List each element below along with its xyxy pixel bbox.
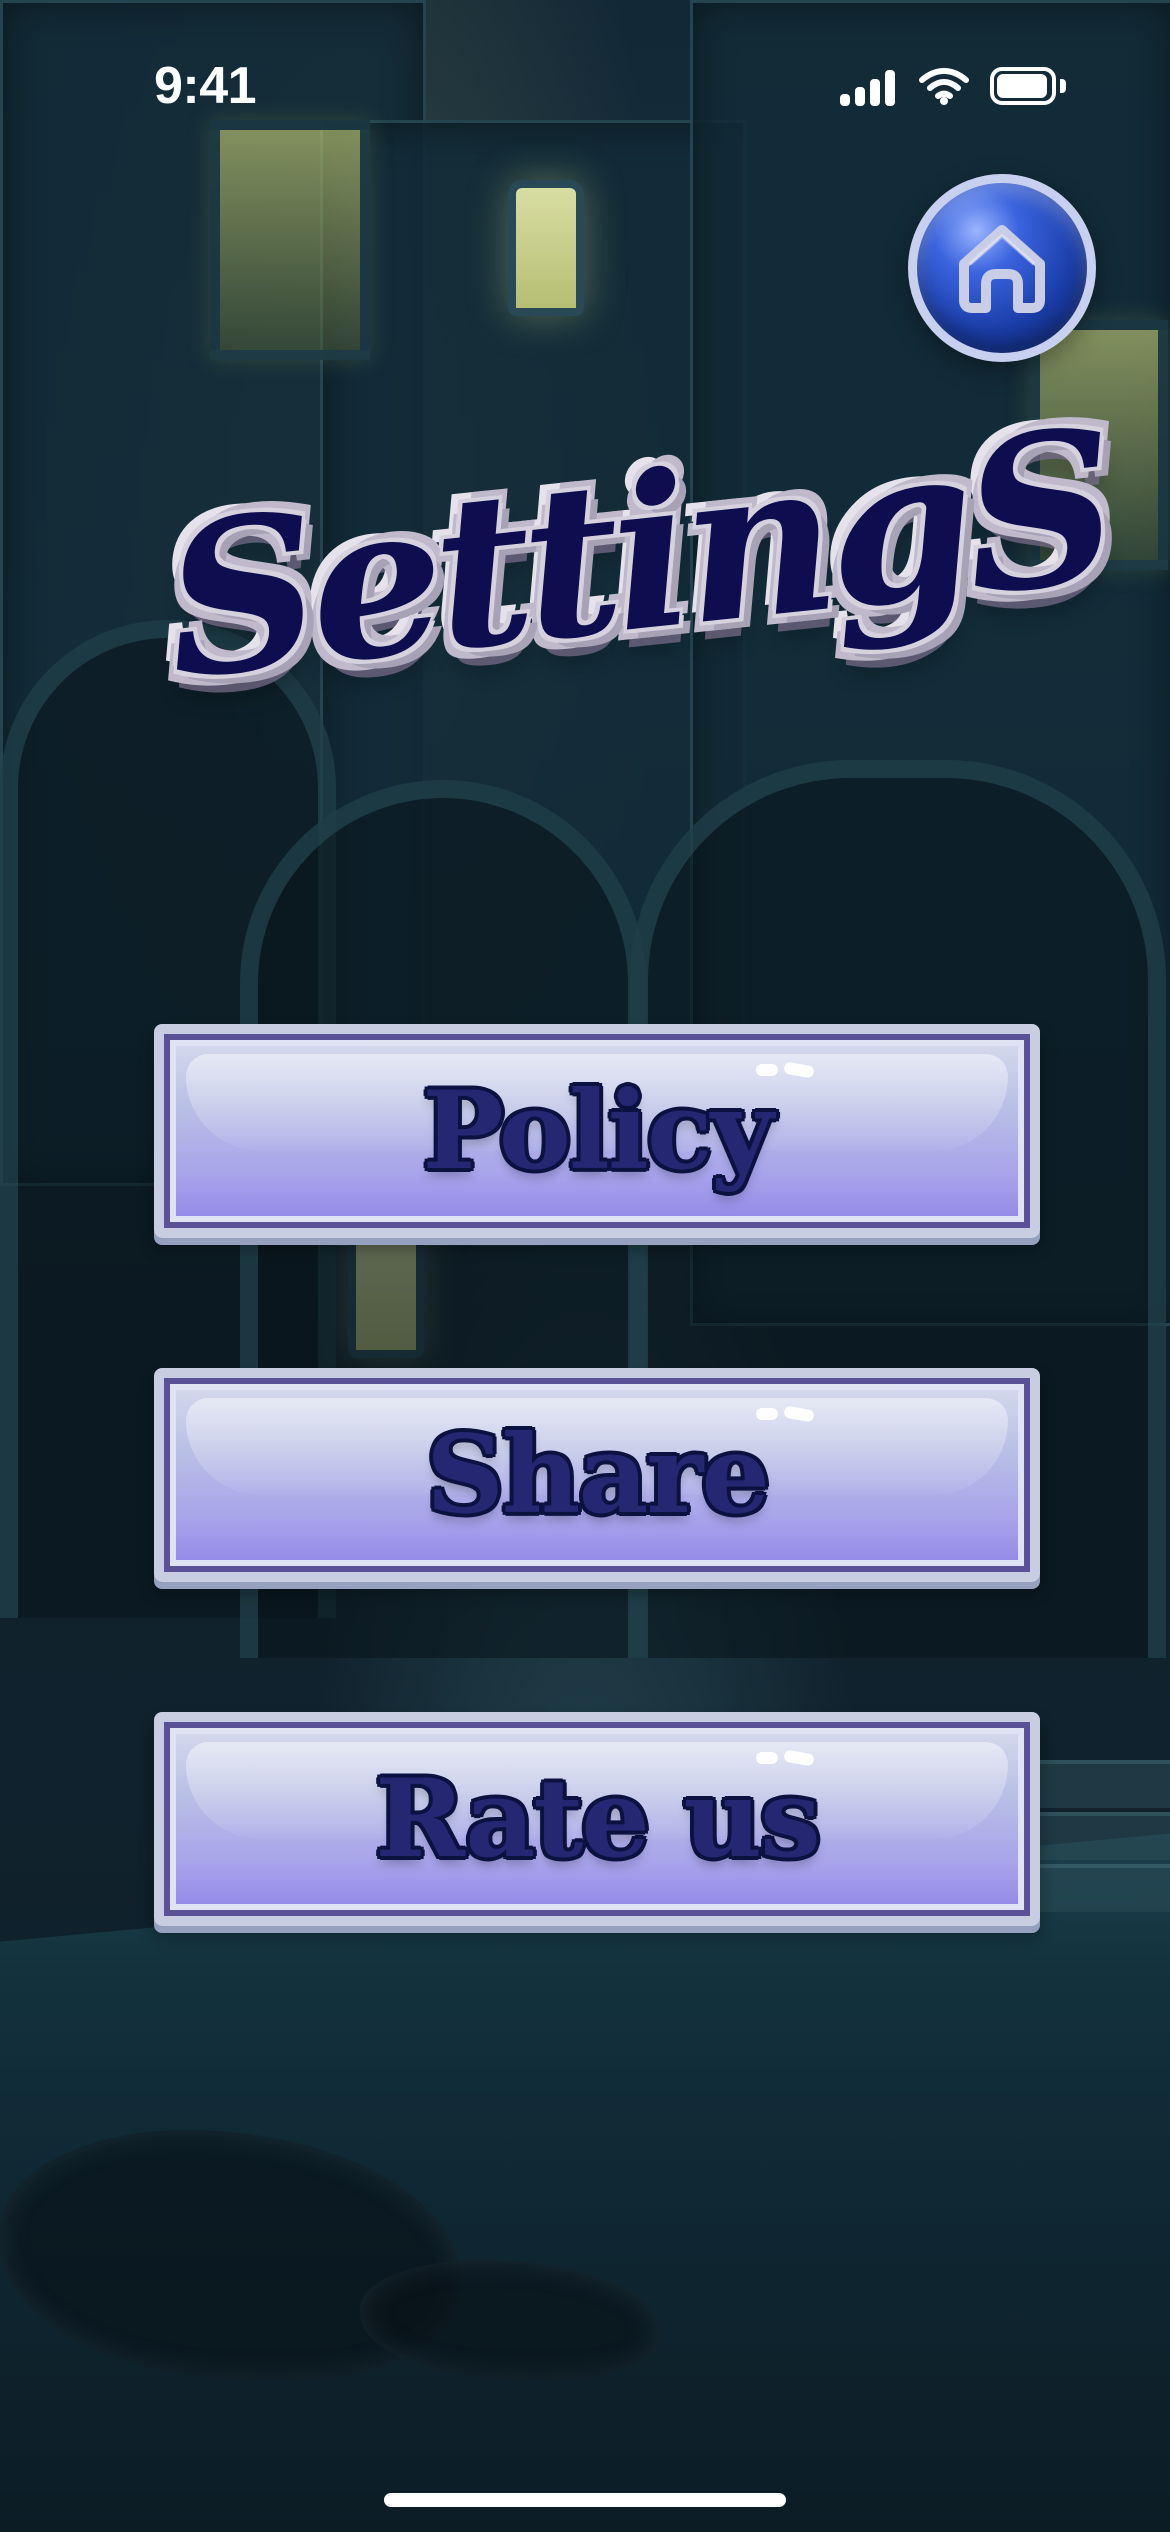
signal-bar (840, 94, 850, 106)
background-window-left (210, 120, 370, 360)
rate-us-button[interactable]: Rate us (154, 1712, 1040, 1926)
share-button-label: Share (425, 1412, 770, 1538)
battery-icon (990, 67, 1066, 105)
status-icons (840, 66, 1066, 106)
background-lamp-top (508, 180, 584, 316)
signal-bar (885, 70, 895, 106)
home-icon (950, 216, 1054, 320)
policy-button-label: Policy (422, 1068, 774, 1194)
wifi-icon (918, 66, 970, 106)
background-scene (0, 0, 1170, 2532)
status-time: 9:41 (154, 57, 257, 115)
status-bar: 9:41 (0, 0, 1170, 150)
signal-icon (840, 66, 898, 106)
battery-cap (1060, 79, 1066, 93)
signal-bar (870, 79, 880, 106)
share-button[interactable]: Share (154, 1368, 1040, 1582)
home-indicator (384, 2493, 786, 2507)
signal-bar (855, 87, 865, 106)
rate-us-button-label: Rate us (375, 1756, 821, 1882)
policy-button[interactable]: Policy (154, 1024, 1040, 1238)
battery-fill (997, 74, 1047, 98)
background-stair-1 (1018, 1760, 1170, 1808)
home-button[interactable] (908, 174, 1096, 362)
